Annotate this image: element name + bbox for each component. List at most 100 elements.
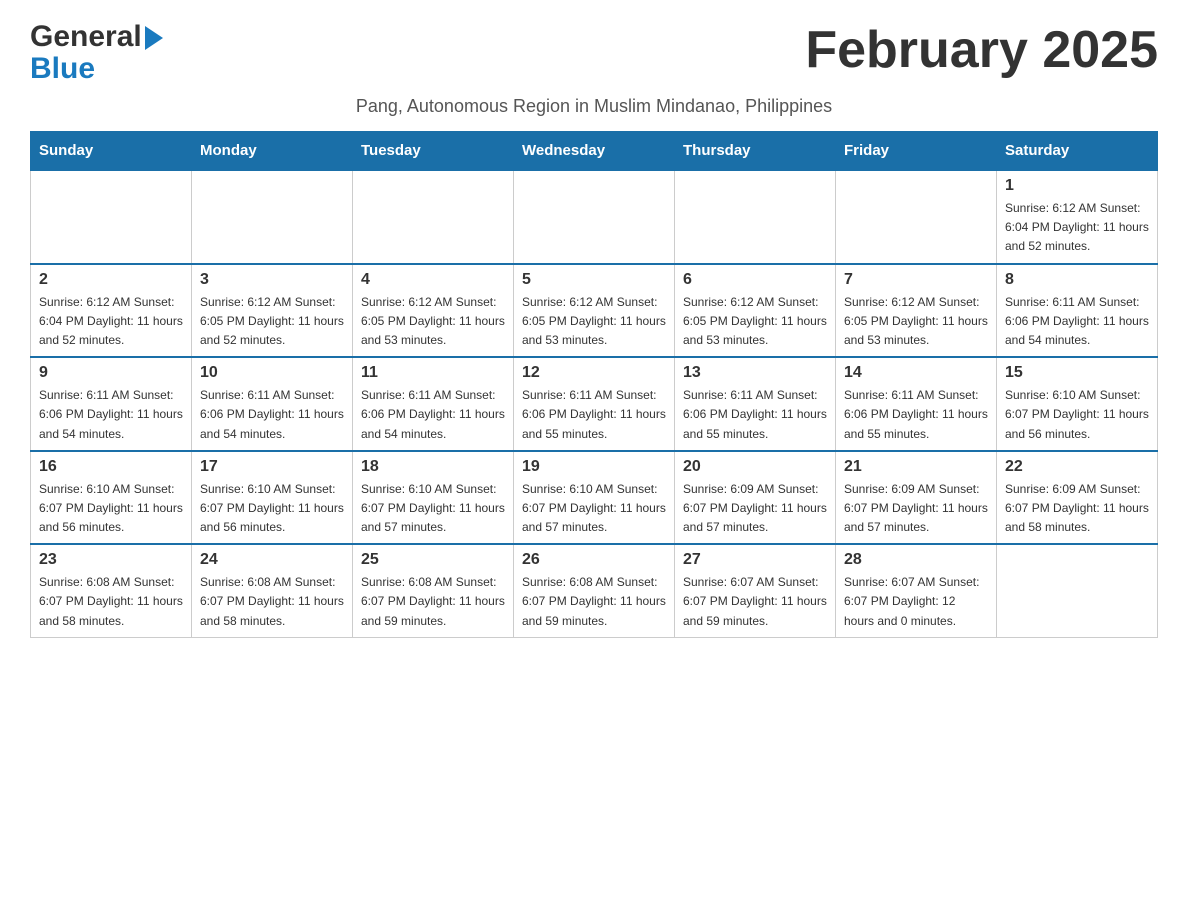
calendar-cell [31,170,192,264]
day-number: 24 [200,551,344,569]
day-number: 18 [361,458,505,476]
calendar-cell: 1 Sunrise: 6:12 AM Sunset: 6:04 PM Daylig… [997,170,1158,264]
day-number: 17 [200,458,344,476]
day-number: 4 [361,271,505,289]
day-number: 20 [683,458,827,476]
calendar-header-tuesday: Tuesday [353,132,514,171]
subtitle: Pang, Autonomous Region in Muslim Mindan… [30,96,1158,117]
day-number: 6 [683,271,827,289]
calendar-cell: 9 Sunrise: 6:11 AM Sunset: 6:06 PM Daylig… [31,357,192,451]
day-number: 19 [522,458,666,476]
calendar-cell [836,170,997,264]
day-info: Sunrise: 6:10 AM Sunset: 6:07 PM Dayligh… [522,480,666,538]
day-number: 28 [844,551,988,569]
day-info: Sunrise: 6:11 AM Sunset: 6:06 PM Dayligh… [39,386,183,444]
calendar-cell: 15Sunrise: 6:10 AM Sunset: 6:07 PM Dayli… [997,357,1158,451]
day-number: 21 [844,458,988,476]
week-row-2: 2Sunrise: 6:12 AM Sunset: 6:04 PM Daylig… [31,264,1158,358]
day-number: 23 [39,551,183,569]
page-header: General Blue February 2025 [30,20,1158,86]
calendar-cell: 2Sunrise: 6:12 AM Sunset: 6:04 PM Daylig… [31,264,192,358]
day-number: 27 [683,551,827,569]
day-number: 8 [1005,271,1149,289]
day-number: 2 [39,271,183,289]
day-info: Sunrise: 6:08 AM Sunset: 6:07 PM Dayligh… [522,573,666,631]
day-number: 1 [1005,177,1149,195]
day-info: Sunrise: 6:08 AM Sunset: 6:07 PM Dayligh… [39,573,183,631]
day-number: 7 [844,271,988,289]
day-info: Sunrise: 6:11 AM Sunset: 6:06 PM Dayligh… [522,386,666,444]
calendar-cell [514,170,675,264]
calendar-cell: 21 Sunrise: 6:09 AM Sunset: 6:07 PM Dayli… [836,451,997,545]
calendar-cell: 27 Sunrise: 6:07 AM Sunset: 6:07 PM Dayli… [675,544,836,637]
day-number: 9 [39,364,183,382]
calendar-cell: 24 Sunrise: 6:08 AM Sunset: 6:07 PM Dayli… [192,544,353,637]
month-title: February 2025 [805,20,1158,80]
day-info: Sunrise: 6:07 AM Sunset: 6:07 PM Dayligh… [844,573,988,631]
day-info: Sunrise: 6:12 AM Sunset: 6:05 PM Dayligh… [844,293,988,351]
day-info: Sunrise: 6:09 AM Sunset: 6:07 PM Dayligh… [844,480,988,538]
calendar-cell: 7 Sunrise: 6:12 AM Sunset: 6:05 PM Daylig… [836,264,997,358]
week-row-5: 23 Sunrise: 6:08 AM Sunset: 6:07 PM Dayli… [31,544,1158,637]
calendar-cell [675,170,836,264]
calendar-cell: 10 Sunrise: 6:11 AM Sunset: 6:06 PM Dayli… [192,357,353,451]
calendar-cell: 14 Sunrise: 6:11 AM Sunset: 6:06 PM Dayli… [836,357,997,451]
day-info: Sunrise: 6:12 AM Sunset: 6:04 PM Dayligh… [1005,199,1149,257]
calendar-header-wednesday: Wednesday [514,132,675,171]
logo: General Blue [30,20,163,86]
calendar-cell: 18Sunrise: 6:10 AM Sunset: 6:07 PM Dayli… [353,451,514,545]
day-number: 16 [39,458,183,476]
day-info: Sunrise: 6:11 AM Sunset: 6:06 PM Dayligh… [200,386,344,444]
calendar-cell: 8 Sunrise: 6:11 AM Sunset: 6:06 PM Daylig… [997,264,1158,358]
day-info: Sunrise: 6:07 AM Sunset: 6:07 PM Dayligh… [683,573,827,631]
calendar-cell: 28 Sunrise: 6:07 AM Sunset: 6:07 PM Dayli… [836,544,997,637]
day-info: Sunrise: 6:12 AM Sunset: 6:05 PM Dayligh… [683,293,827,351]
day-info: Sunrise: 6:08 AM Sunset: 6:07 PM Dayligh… [361,573,505,631]
calendar-header-sunday: Sunday [31,132,192,171]
calendar-cell: 11 Sunrise: 6:11 AM Sunset: 6:06 PM Dayli… [353,357,514,451]
week-row-4: 16 Sunrise: 6:10 AM Sunset: 6:07 PM Dayli… [31,451,1158,545]
day-info: Sunrise: 6:12 AM Sunset: 6:05 PM Dayligh… [522,293,666,351]
day-number: 15 [1005,364,1149,382]
calendar-header-saturday: Saturday [997,132,1158,171]
day-number: 26 [522,551,666,569]
day-info: Sunrise: 6:09 AM Sunset: 6:07 PM Dayligh… [683,480,827,538]
day-number: 10 [200,364,344,382]
day-info: Sunrise: 6:11 AM Sunset: 6:06 PM Dayligh… [1005,293,1149,351]
calendar-header-row: SundayMondayTuesdayWednesdayThursdayFrid… [31,132,1158,171]
day-info: Sunrise: 6:10 AM Sunset: 6:07 PM Dayligh… [200,480,344,538]
day-number: 11 [361,364,505,382]
week-row-3: 9 Sunrise: 6:11 AM Sunset: 6:06 PM Daylig… [31,357,1158,451]
day-number: 3 [200,271,344,289]
day-number: 22 [1005,458,1149,476]
calendar-cell: 22Sunrise: 6:09 AM Sunset: 6:07 PM Dayli… [997,451,1158,545]
week-row-1: 1 Sunrise: 6:12 AM Sunset: 6:04 PM Daylig… [31,170,1158,264]
logo-arrow-icon [145,26,163,50]
calendar-cell: 25 Sunrise: 6:08 AM Sunset: 6:07 PM Dayli… [353,544,514,637]
calendar-cell: 13 Sunrise: 6:11 AM Sunset: 6:06 PM Dayli… [675,357,836,451]
logo-blue-text: Blue [30,52,95,86]
day-number: 12 [522,364,666,382]
calendar-cell: 17 Sunrise: 6:10 AM Sunset: 6:07 PM Dayli… [192,451,353,545]
calendar-cell: 23 Sunrise: 6:08 AM Sunset: 6:07 PM Dayli… [31,544,192,637]
calendar-cell: 16Sunrise: 6:10 AM Sunset: 6:07 PM Dayli… [31,451,192,545]
day-info: Sunrise: 6:08 AM Sunset: 6:07 PM Dayligh… [200,573,344,631]
logo-general-text: General [30,20,142,54]
calendar-header-thursday: Thursday [675,132,836,171]
day-info: Sunrise: 6:12 AM Sunset: 6:05 PM Dayligh… [200,293,344,351]
day-number: 14 [844,364,988,382]
calendar-header-monday: Monday [192,132,353,171]
day-number: 13 [683,364,827,382]
calendar-table: SundayMondayTuesdayWednesdayThursdayFrid… [30,131,1158,638]
calendar-cell [353,170,514,264]
calendar-cell: 20 Sunrise: 6:09 AM Sunset: 6:07 PM Dayli… [675,451,836,545]
calendar-cell: 3 Sunrise: 6:12 AM Sunset: 6:05 PM Daylig… [192,264,353,358]
day-info: Sunrise: 6:11 AM Sunset: 6:06 PM Dayligh… [361,386,505,444]
day-info: Sunrise: 6:11 AM Sunset: 6:06 PM Dayligh… [844,386,988,444]
calendar-cell [192,170,353,264]
day-number: 5 [522,271,666,289]
calendar-cell: 6 Sunrise: 6:12 AM Sunset: 6:05 PM Daylig… [675,264,836,358]
calendar-cell: 26 Sunrise: 6:08 AM Sunset: 6:07 PM Dayli… [514,544,675,637]
day-info: Sunrise: 6:11 AM Sunset: 6:06 PM Dayligh… [683,386,827,444]
day-number: 25 [361,551,505,569]
